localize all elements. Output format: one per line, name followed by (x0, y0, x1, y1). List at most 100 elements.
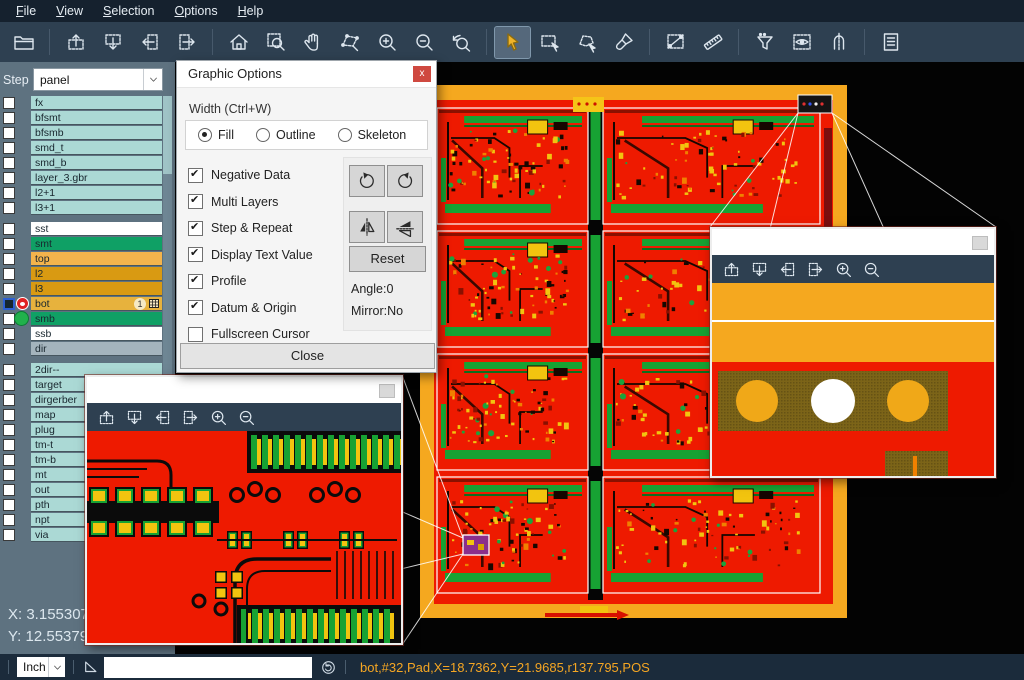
layer-checkbox[interactable] (3, 328, 15, 340)
layer-checkbox[interactable] (3, 157, 15, 169)
layer-label[interactable]: dir (31, 342, 162, 356)
layer-label[interactable]: sst (31, 222, 162, 236)
ruler-icon[interactable] (695, 27, 730, 58)
layer-checkbox[interactable] (3, 343, 15, 355)
checkbox-multi-layers[interactable]: Multi Layers (188, 189, 340, 216)
report-icon[interactable] (873, 27, 908, 58)
layer-label[interactable]: smb (31, 312, 162, 326)
poly-zoom-icon[interactable] (332, 27, 367, 58)
layer-label[interactable]: l2+1 (31, 186, 162, 200)
checkbox-profile[interactable]: Profile (188, 268, 340, 295)
unit-dropdown[interactable]: Inch (17, 657, 65, 677)
layer-label[interactable]: top (31, 252, 162, 266)
layer-checkbox[interactable] (3, 97, 15, 109)
rect-select-icon[interactable] (532, 27, 567, 58)
zoom-out-icon[interactable] (236, 407, 256, 427)
zoom-window-right-titlebar[interactable] (712, 229, 994, 255)
layer-checkbox[interactable] (3, 112, 15, 124)
layer-checkbox[interactable] (3, 298, 15, 310)
close-button[interactable]: Close (180, 343, 435, 369)
menu-file[interactable]: File (6, 2, 46, 20)
pan-hand-icon[interactable] (295, 27, 330, 58)
step-up-icon[interactable] (58, 27, 93, 58)
step-up-icon[interactable] (721, 259, 741, 279)
select-cursor-icon[interactable] (495, 27, 530, 58)
close-icon[interactable]: x (413, 66, 431, 82)
menu-options[interactable]: Options (164, 2, 227, 20)
brush-icon[interactable] (606, 27, 641, 58)
layer-label[interactable]: bfsmb (31, 126, 162, 140)
layer-checkbox[interactable] (3, 469, 15, 481)
layer-checkbox[interactable] (3, 268, 15, 280)
layer-label[interactable]: ssb (31, 327, 162, 341)
layer-checkbox[interactable] (3, 202, 15, 214)
rotate-ccw-icon[interactable] (387, 165, 423, 197)
layer-checkbox[interactable] (3, 223, 15, 235)
layer-checkbox[interactable] (3, 394, 15, 406)
layer-checkbox[interactable] (3, 238, 15, 250)
chevron-down-icon[interactable] (143, 69, 162, 90)
zoom-in-icon[interactable] (369, 27, 404, 58)
layer-checkbox[interactable] (3, 172, 15, 184)
zoom-in-icon[interactable] (208, 407, 228, 427)
poly-select-icon[interactable] (569, 27, 604, 58)
radio-skeleton[interactable]: Skeleton (338, 128, 407, 142)
zoom-window-left-button[interactable] (379, 384, 395, 398)
radio-outline[interactable]: Outline (256, 128, 316, 142)
layer-label[interactable]: layer_3.gbr (31, 171, 162, 185)
layer-checkbox[interactable] (3, 379, 15, 391)
filter-icon[interactable] (747, 27, 782, 58)
radio-fill[interactable]: Fill (198, 128, 234, 142)
layer-label[interactable]: l3 (31, 282, 162, 296)
step-right-icon[interactable] (805, 259, 825, 279)
menu-help[interactable]: Help (228, 2, 274, 20)
layer-checkbox[interactable] (3, 424, 15, 436)
step-down-icon[interactable] (749, 259, 769, 279)
layer-checkbox[interactable] (3, 253, 15, 265)
zoom-window-right-button[interactable] (972, 236, 988, 250)
layer-checkbox[interactable] (3, 484, 15, 496)
reset-button[interactable]: Reset (349, 246, 426, 272)
layer-label[interactable]: smd_b (31, 156, 162, 170)
refresh-icon[interactable] (320, 659, 337, 676)
zoom-out-icon[interactable] (406, 27, 441, 58)
layer-checkbox[interactable] (3, 529, 15, 541)
layer-checkbox[interactable] (3, 514, 15, 526)
layer-label[interactable]: bot1 (31, 297, 162, 311)
checkbox-display-text-value[interactable]: Display Text Value (188, 242, 340, 269)
step-dropdown[interactable]: panel (33, 68, 163, 91)
layer-checkbox[interactable] (3, 364, 15, 376)
angle-corner-icon[interactable] (82, 658, 100, 676)
measure-icon[interactable] (658, 27, 693, 58)
step-right-icon[interactable] (180, 407, 200, 427)
flip-v-icon[interactable] (387, 211, 423, 243)
zoom-out-icon[interactable] (861, 259, 881, 279)
layer-checkbox[interactable] (3, 187, 15, 199)
zoom-window-left[interactable] (85, 375, 403, 645)
step-up-icon[interactable] (96, 407, 116, 427)
zoom-previous-icon[interactable] (443, 27, 478, 58)
step-left-icon[interactable] (152, 407, 172, 427)
layer-checkbox[interactable] (3, 127, 15, 139)
snap-icon[interactable] (821, 27, 856, 58)
layer-checkbox[interactable] (3, 454, 15, 466)
menu-selection[interactable]: Selection (93, 2, 164, 20)
layer-label[interactable]: smd_t (31, 141, 162, 155)
step-right-icon[interactable] (169, 27, 204, 58)
checkbox-step-repeat[interactable]: Step & Repeat (188, 215, 340, 242)
step-down-icon[interactable] (95, 27, 130, 58)
step-left-icon[interactable] (132, 27, 167, 58)
layer-checkbox[interactable] (3, 499, 15, 511)
zoom-window-right[interactable] (710, 227, 996, 478)
step-left-icon[interactable] (777, 259, 797, 279)
rotate-cw-icon[interactable] (349, 165, 385, 197)
open-folder-icon[interactable] (6, 27, 41, 58)
layer-checkbox[interactable] (3, 439, 15, 451)
checkbox-negative-data[interactable]: Negative Data (188, 162, 340, 189)
layer-label[interactable]: smt (31, 237, 162, 251)
layer-label[interactable]: l2 (31, 267, 162, 281)
layer-label[interactable]: fx (31, 96, 162, 110)
checkbox-datum-origin[interactable]: Datum & Origin (188, 295, 340, 322)
menu-view[interactable]: View (46, 2, 93, 20)
zoom-window-left-titlebar[interactable] (87, 377, 401, 403)
